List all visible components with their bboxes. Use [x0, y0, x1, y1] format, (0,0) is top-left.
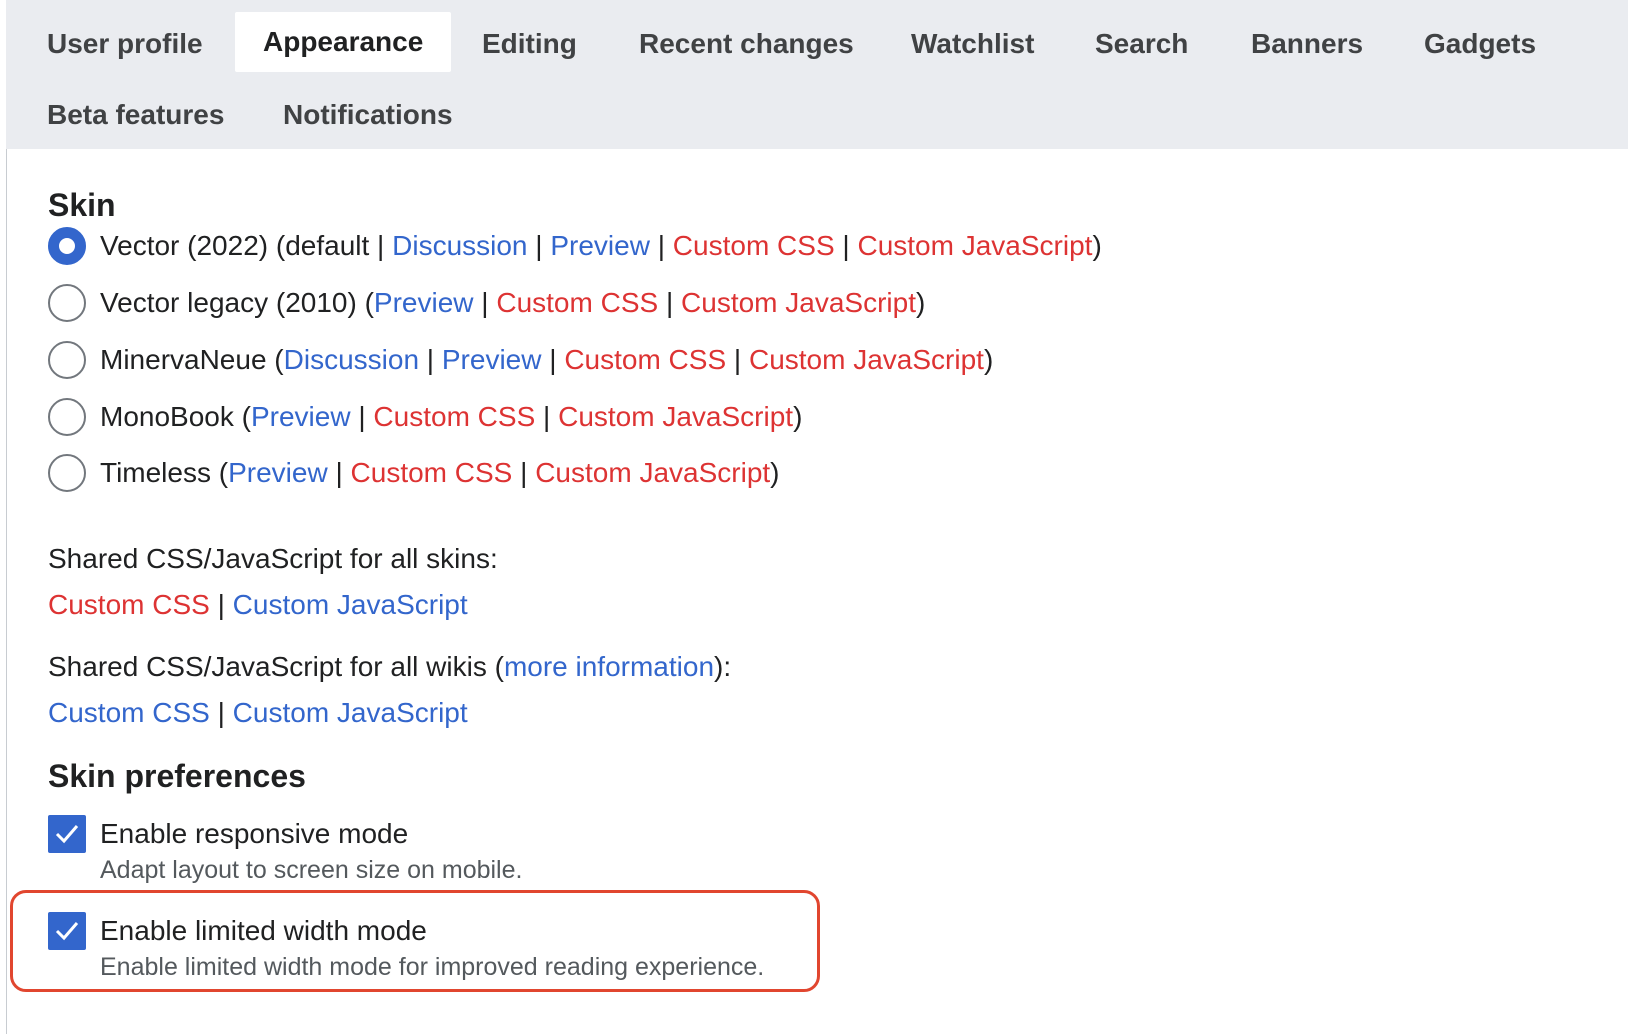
custom-css-link[interactable]: Custom CSS [48, 589, 210, 620]
skin-option-label: Vector (2022) (default | Discussion | Pr… [100, 227, 1102, 265]
link-separator: | [419, 344, 442, 375]
custom-css-link[interactable]: Custom CSS [673, 230, 835, 261]
skin-radio-vector-2022[interactable] [48, 227, 86, 265]
preview-link[interactable]: Preview [251, 401, 351, 432]
responsive-mode-checkbox[interactable] [48, 815, 86, 853]
shared-skins-links: Custom CSS | Custom JavaScript [48, 586, 468, 624]
link-separator: | [658, 287, 682, 318]
skin-radio-monobook[interactable] [48, 398, 86, 436]
link-separator: | [473, 287, 497, 318]
skin-radio-vector-legacy-2010[interactable] [48, 284, 86, 322]
responsive-mode-help: Adapt layout to screen size on mobile. [100, 856, 523, 884]
tab-recent-changes[interactable]: Recent changes [611, 14, 882, 74]
closing-paren: ) [983, 344, 994, 375]
link-separator: | [726, 344, 749, 375]
checkmark-icon [55, 825, 79, 844]
tab-search[interactable]: Search [1067, 14, 1216, 74]
preferences-tab-bar: User profile Appearance Editing Recent c… [6, 0, 1628, 149]
link-separator: | [541, 344, 565, 375]
shared-wikis-label-before: Shared CSS/JavaScript for all wikis ( [48, 651, 504, 682]
discussion-link[interactable]: Discussion [392, 230, 527, 261]
custom-javascript-link[interactable]: Custom JavaScript [857, 230, 1092, 261]
custom-javascript-link[interactable]: Custom JavaScript [681, 287, 916, 318]
custom-javascript-link[interactable]: Custom JavaScript [749, 344, 984, 375]
link-separator: | [209, 697, 233, 728]
custom-css-link[interactable]: Custom CSS [564, 344, 726, 375]
skin-prefix: (default | [268, 230, 393, 261]
skin-option-label: Timeless (Preview | Custom CSS | Custom … [100, 454, 780, 492]
custom-css-link[interactable]: Custom CSS [48, 697, 210, 728]
preview-link[interactable]: Preview [228, 457, 328, 488]
responsive-mode-label[interactable]: Enable responsive mode [100, 815, 408, 853]
highlight-annotation [10, 890, 820, 992]
skin-name: MinervaNeue [100, 344, 267, 375]
custom-css-link[interactable]: Custom CSS [373, 401, 535, 432]
skin-prefix: ( [210, 457, 229, 488]
preview-link[interactable]: Preview [374, 287, 474, 318]
link-separator: | [527, 230, 551, 261]
skin-option-label: MonoBook (Preview | Custom CSS | Custom … [100, 398, 802, 436]
preview-link[interactable]: Preview [442, 344, 542, 375]
skin-radio-timeless[interactable] [48, 454, 86, 492]
shared-skins-label: Shared CSS/JavaScript for all skins: [48, 543, 498, 574]
skin-prefix: ( [356, 287, 374, 318]
skin-prefix: ( [266, 344, 284, 375]
closing-paren: ) [916, 287, 926, 318]
custom-css-link[interactable]: Custom CSS [351, 457, 513, 488]
closing-paren: ) [770, 457, 780, 488]
custom-javascript-link[interactable]: Custom JavaScript [233, 589, 468, 620]
skin-prefix: ( [233, 401, 251, 432]
tab-banners[interactable]: Banners [1223, 14, 1391, 74]
link-separator: | [350, 401, 374, 432]
custom-javascript-link[interactable]: Custom JavaScript [558, 401, 793, 432]
custom-javascript-link[interactable]: Custom JavaScript [233, 697, 468, 728]
closing-paren: ) [793, 401, 803, 432]
skin-name: Vector legacy (2010) [100, 287, 357, 318]
link-separator: | [327, 457, 351, 488]
skin-option-label: Vector legacy (2010) (Preview | Custom C… [100, 284, 925, 322]
skin-name: MonoBook [100, 401, 234, 432]
skin-name: Vector (2022) [100, 230, 269, 261]
skin-heading: Skin [48, 187, 116, 223]
link-separator: | [209, 589, 233, 620]
shared-wikis-links: Custom CSS | Custom JavaScript [48, 694, 468, 732]
custom-javascript-link[interactable]: Custom JavaScript [535, 457, 770, 488]
custom-css-link[interactable]: Custom CSS [496, 287, 658, 318]
tab-beta-features[interactable]: Beta features [19, 85, 252, 145]
link-separator: | [512, 457, 536, 488]
closing-paren: ) [1092, 230, 1102, 261]
discussion-link[interactable]: Discussion [284, 344, 419, 375]
tab-notifications[interactable]: Notifications [255, 85, 481, 145]
tab-user-profile[interactable]: User profile [19, 14, 231, 74]
skin-preferences-heading: Skin preferences [48, 758, 306, 794]
preview-link[interactable]: Preview [550, 230, 650, 261]
shared-wikis-label: Shared CSS/JavaScript for all wikis (mor… [48, 648, 731, 686]
skin-option-label: MinervaNeue (Discussion | Preview | Cust… [100, 341, 993, 379]
skin-name: Timeless [100, 457, 211, 488]
link-separator: | [834, 230, 858, 261]
tab-watchlist[interactable]: Watchlist [883, 14, 1062, 74]
link-separator: | [649, 230, 673, 261]
tab-editing[interactable]: Editing [454, 14, 605, 74]
more-information-link[interactable]: more information [504, 651, 714, 682]
skin-radio-minervaneue[interactable] [48, 341, 86, 379]
shared-wikis-label-after: ): [714, 651, 732, 682]
link-separator: | [535, 401, 559, 432]
tab-appearance[interactable]: Appearance [235, 12, 452, 72]
tab-gadgets[interactable]: Gadgets [1396, 14, 1564, 74]
